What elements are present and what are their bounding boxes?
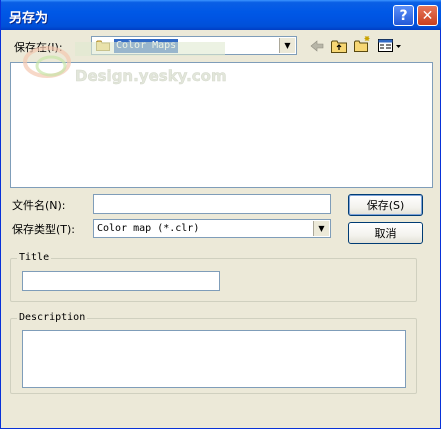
chevron-down-icon: ▼ (284, 41, 291, 50)
save-button[interactable]: 保存(S) (348, 194, 423, 216)
cancel-button[interactable]: 取消 (348, 222, 423, 244)
save-button-label: 保存(S) (366, 199, 405, 212)
help-button[interactable]: ? (393, 5, 414, 26)
description-textarea[interactable] (22, 330, 406, 388)
close-icon: ✕ (421, 7, 434, 24)
file-name-label: 文件名(N): (12, 199, 66, 212)
folder-icon (96, 40, 110, 51)
save-in-value: Color Maps (114, 39, 179, 53)
view-menu-icon[interactable] (377, 37, 403, 55)
file-type-value: Color map (*.clr) (97, 223, 200, 234)
cancel-button-label: 取消 (374, 227, 397, 240)
title-input[interactable] (22, 271, 220, 291)
file-name-input[interactable] (93, 194, 331, 214)
file-type-dropdown[interactable]: Color map (*.clr) ▼ (93, 219, 331, 238)
save-in-label: 保存在(I): (14, 41, 63, 54)
save-in-dropdown-arrow[interactable]: ▼ (279, 38, 295, 53)
back-arrow-icon[interactable] (308, 37, 326, 55)
file-list[interactable] (10, 62, 433, 188)
description-group-label: Description (17, 312, 88, 323)
file-type-dropdown-arrow[interactable]: ▼ (313, 221, 329, 236)
window-title: 另存为 (9, 11, 49, 26)
title-bar[interactable]: 另存为 ? ✕ (1, 0, 441, 30)
help-icon: ? (399, 7, 408, 24)
file-type-label: 保存类型(T): (12, 223, 76, 236)
save-as-dialog: 另存为 ? ✕ 保存在(I): Color Maps ▼ Design.yesk… (0, 0, 441, 429)
new-folder-icon[interactable] (353, 35, 371, 53)
chevron-down-icon: ▼ (318, 224, 325, 233)
close-button[interactable]: ✕ (417, 5, 438, 26)
title-group-label: Title (17, 252, 52, 263)
up-folder-icon[interactable] (330, 37, 348, 55)
save-in-dropdown[interactable]: Color Maps ▼ (91, 36, 297, 55)
